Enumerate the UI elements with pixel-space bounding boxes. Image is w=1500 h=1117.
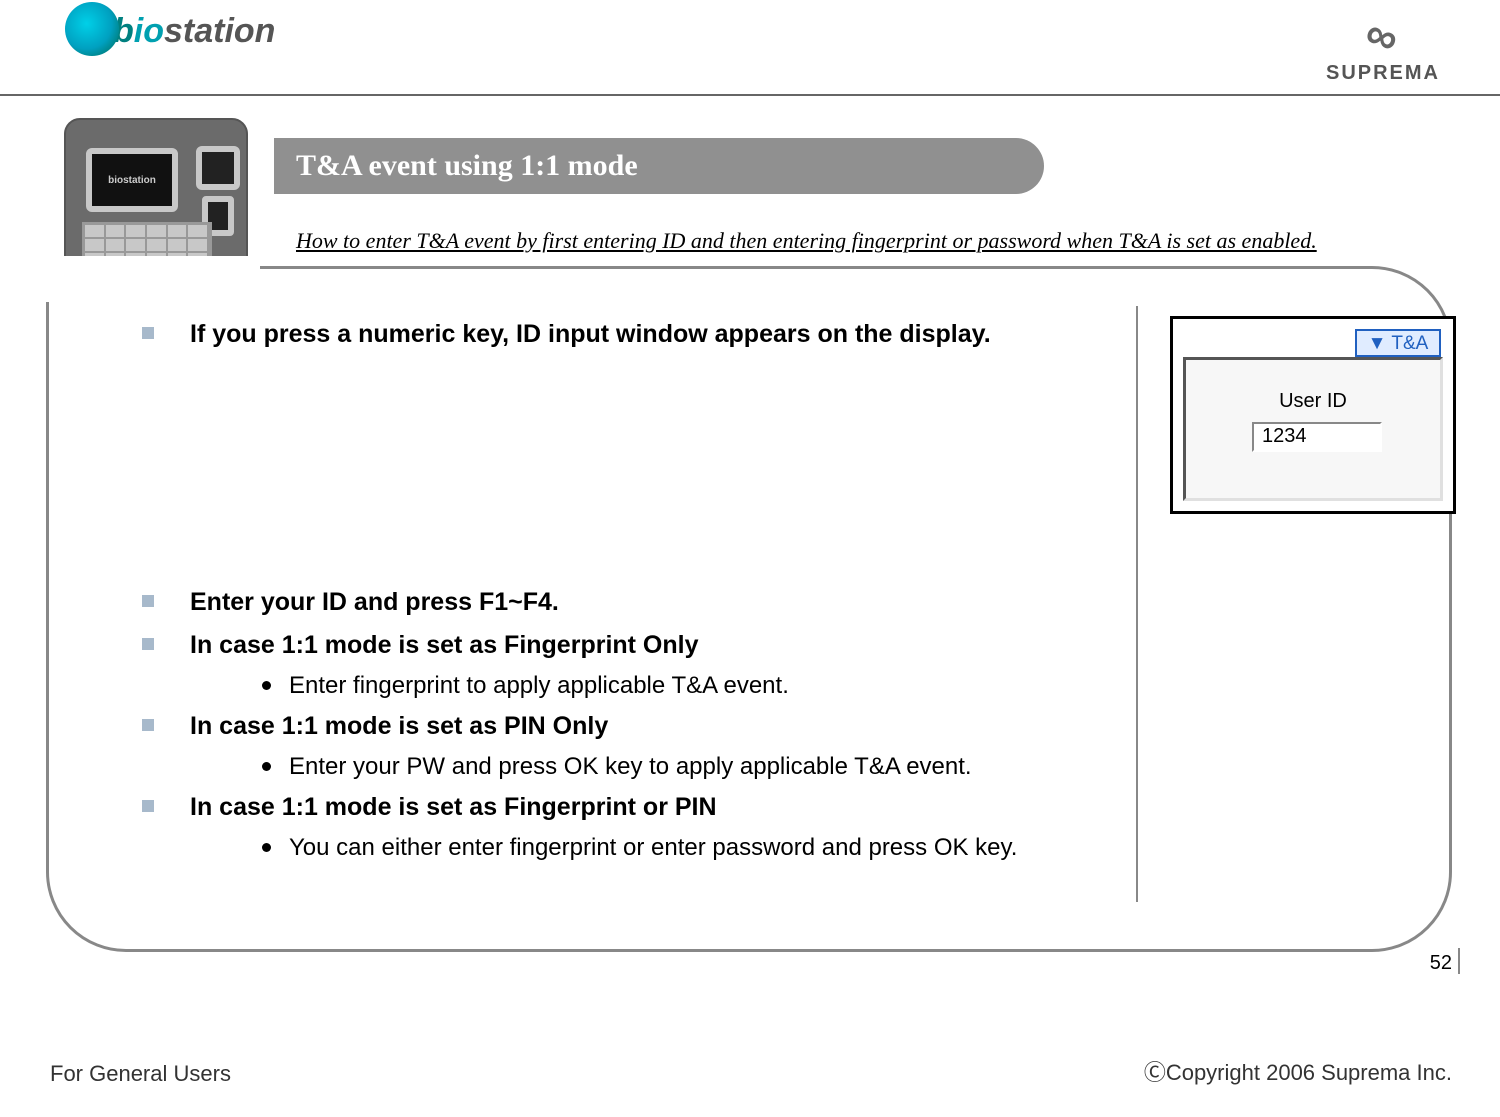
square-bullet-icon	[142, 800, 154, 812]
logo-io: io	[134, 12, 164, 50]
bullet-4-text: In case 1:1 mode is set as PIN Only	[190, 708, 608, 744]
page-number: 52	[1430, 952, 1452, 975]
bullet-3: In case 1:1 mode is set as Fingerprint O…	[122, 627, 1112, 663]
bullet-5-sub-1-text: You can either enter fingerprint or ente…	[289, 831, 1017, 866]
device-screen-icon: biostation	[86, 148, 178, 212]
bullet-4-sub-1-text: Enter your PW and press OK key to apply …	[289, 750, 972, 785]
bullet-3-text: In case 1:1 mode is set as Fingerprint O…	[190, 627, 699, 663]
square-bullet-icon	[142, 638, 154, 650]
bullet-1: If you press a numeric key, ID input win…	[122, 316, 1112, 352]
bullet-3-sub-1-text: Enter fingerprint to apply applicable T&…	[289, 669, 789, 704]
device-speaker-icon	[196, 146, 240, 190]
logo-rest: station	[164, 12, 275, 50]
bullet-5-sub-1: You can either enter fingerprint or ente…	[122, 831, 1112, 866]
header: biostation ∞ SUPREMA	[0, 0, 1500, 96]
device-screen-inner: User ID 1234	[1183, 357, 1443, 501]
user-id-value: 1234	[1252, 422, 1382, 452]
content-column: If you press a numeric key, ID input win…	[122, 316, 1132, 870]
footer-right: ⒸCopyright 2006 Suprema Inc.	[1144, 1055, 1452, 1087]
dot-bullet-icon	[262, 843, 271, 852]
bullet-1-text: If you press a numeric key, ID input win…	[190, 316, 991, 352]
infinity-icon: ∞	[1359, 8, 1407, 66]
square-bullet-icon	[142, 327, 154, 339]
biostation-swirl-icon	[65, 2, 119, 56]
footer-left: For General Users	[50, 1061, 231, 1087]
square-bullet-icon	[142, 595, 154, 607]
tna-dropdown-tab: ▼ T&A	[1355, 329, 1441, 357]
bullet-5: In case 1:1 mode is set as Fingerprint o…	[122, 789, 1112, 825]
suprema-text: SUPREMA	[1326, 62, 1440, 84]
suprema-logo: ∞ SUPREMA	[1326, 12, 1440, 85]
bullet-2-text: Enter your ID and press F1~F4.	[190, 584, 559, 620]
spacer	[122, 358, 1112, 584]
square-bullet-icon	[142, 719, 154, 731]
section-title: T&A event using 1:1 mode	[296, 149, 638, 183]
biostation-logo: biostation	[65, 6, 275, 60]
device-screen-mock: ▼ T&A User ID 1234	[1170, 316, 1456, 514]
bullet-3-sub-1: Enter fingerprint to apply applicable T&…	[122, 669, 1112, 704]
bullet-2: Enter your ID and press F1~F4.	[122, 584, 1112, 620]
bullet-4: In case 1:1 mode is set as PIN Only	[122, 708, 1112, 744]
page-number-divider	[1458, 948, 1460, 974]
panel-open-corner	[40, 256, 260, 302]
bullet-4-sub-1: Enter your PW and press OK key to apply …	[122, 750, 1112, 785]
section-subtitle: How to enter T&A event by first entering…	[296, 228, 1416, 254]
dot-bullet-icon	[262, 762, 271, 771]
dot-bullet-icon	[262, 681, 271, 690]
bullet-5-text: In case 1:1 mode is set as Fingerprint o…	[190, 789, 717, 825]
panel-divider	[1136, 306, 1138, 902]
user-id-label: User ID	[1186, 390, 1440, 413]
section-title-pill: T&A event using 1:1 mode	[274, 138, 1044, 194]
